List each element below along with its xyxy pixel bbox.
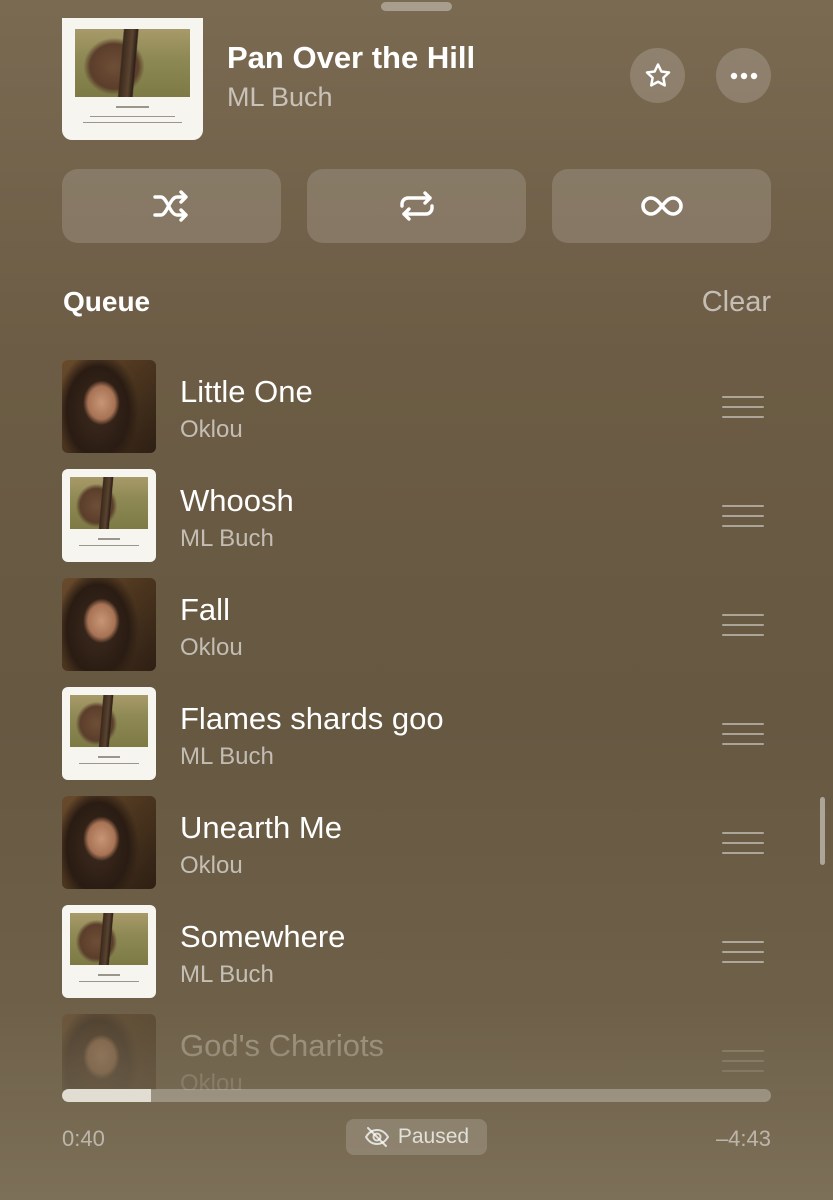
- reorder-handle-icon[interactable]: [722, 832, 764, 854]
- track-title: Somewhere: [180, 919, 346, 954]
- track-title: Fall: [180, 592, 230, 627]
- now-playing-artist[interactable]: ML Buch: [227, 82, 333, 113]
- playback-progress-fill: [62, 1089, 151, 1102]
- clear-queue-button[interactable]: Clear: [702, 286, 771, 319]
- track-title: Little One: [180, 374, 313, 409]
- more-options-button[interactable]: [716, 48, 771, 103]
- ellipsis-icon: [730, 72, 757, 79]
- queue-item[interactable]: Whoosh ML Buch: [0, 469, 833, 565]
- playback-status-badge[interactable]: Paused: [346, 1119, 487, 1155]
- repeat-icon: [399, 191, 434, 221]
- queue-item[interactable]: Fall Oklou: [0, 578, 833, 674]
- infinity-icon: [640, 196, 683, 216]
- now-playing-title: Pan Over the Hill: [227, 40, 476, 75]
- track-title: Unearth Me: [180, 810, 342, 845]
- track-artwork: [62, 360, 156, 453]
- track-artist: ML Buch: [180, 525, 274, 552]
- repeat-button[interactable]: [307, 169, 526, 243]
- autoplay-button[interactable]: [552, 169, 771, 243]
- reorder-handle-icon[interactable]: [722, 505, 764, 527]
- track-artwork: [62, 796, 156, 889]
- track-artwork: [62, 578, 156, 671]
- sheet-grabber[interactable]: [381, 2, 452, 11]
- queue-item[interactable]: God's Chariots Oklou: [0, 1014, 833, 1090]
- star-icon: [645, 62, 670, 87]
- track-artist: Oklou: [180, 1070, 243, 1090]
- track-artist: Oklou: [180, 852, 243, 879]
- queue-item[interactable]: Flames shards goo ML Buch: [0, 687, 833, 783]
- playback-status-label: Paused: [397, 1125, 470, 1148]
- favorite-button[interactable]: [630, 48, 685, 103]
- time-remaining: –4:43: [715, 1126, 771, 1151]
- reorder-handle-icon[interactable]: [722, 723, 764, 745]
- track-artist: ML Buch: [180, 743, 274, 770]
- queue-heading: Queue: [63, 286, 151, 317]
- track-artist: Oklou: [180, 416, 243, 443]
- track-title: Flames shards goo: [180, 701, 444, 736]
- playback-progress-bar[interactable]: [62, 1089, 771, 1102]
- listening-history-off-icon: [364, 1127, 389, 1147]
- track-artwork: [62, 1014, 156, 1090]
- track-artist: Oklou: [180, 634, 243, 661]
- track-artwork: [62, 687, 156, 780]
- now-playing-artwork: [62, 18, 203, 140]
- shuffle-button[interactable]: [62, 169, 281, 243]
- time-elapsed: 0:40: [62, 1126, 105, 1151]
- track-artwork: [62, 905, 156, 998]
- queue-item[interactable]: Unearth Me Oklou: [0, 796, 833, 892]
- queue-item[interactable]: Somewhere ML Buch: [0, 905, 833, 1001]
- reorder-handle-icon[interactable]: [722, 396, 764, 418]
- track-title: God's Chariots: [180, 1028, 385, 1063]
- queue-item[interactable]: Little One Oklou: [0, 360, 833, 456]
- reorder-handle-icon[interactable]: [722, 941, 764, 963]
- scroll-indicator[interactable]: [820, 797, 825, 865]
- reorder-handle-icon[interactable]: [722, 1050, 764, 1072]
- shuffle-icon: [152, 190, 188, 222]
- track-title: Whoosh: [180, 483, 294, 518]
- track-artwork: [62, 469, 156, 562]
- reorder-handle-icon[interactable]: [722, 614, 764, 636]
- track-artist: ML Buch: [180, 961, 274, 988]
